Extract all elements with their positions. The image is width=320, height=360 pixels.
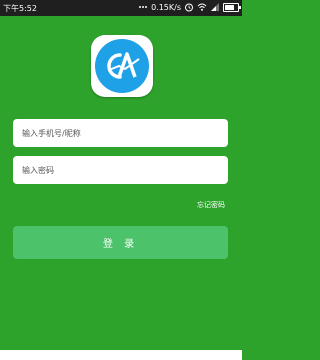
signal-icon	[210, 2, 220, 12]
network-speed: 0.15K/s	[151, 2, 181, 12]
alarm-icon	[184, 2, 194, 12]
bottom-bar	[0, 350, 242, 360]
wifi-icon	[197, 2, 207, 12]
app-logo-icon	[95, 39, 149, 93]
status-bar: 下午5:52 0.15K/s	[0, 0, 242, 16]
password-input[interactable]	[20, 164, 221, 176]
account-input[interactable]	[20, 127, 221, 139]
status-icons: 0.15K/s	[138, 2, 241, 12]
dots-icon	[138, 2, 148, 12]
password-field[interactable]	[13, 156, 228, 184]
login-button[interactable]: 登 录	[13, 226, 228, 259]
forgot-password-link[interactable]: 忘记密码	[197, 200, 225, 210]
status-time: 下午5:52	[3, 4, 37, 13]
battery-icon	[223, 2, 241, 12]
app-logo	[91, 35, 153, 97]
account-field[interactable]	[13, 119, 228, 147]
